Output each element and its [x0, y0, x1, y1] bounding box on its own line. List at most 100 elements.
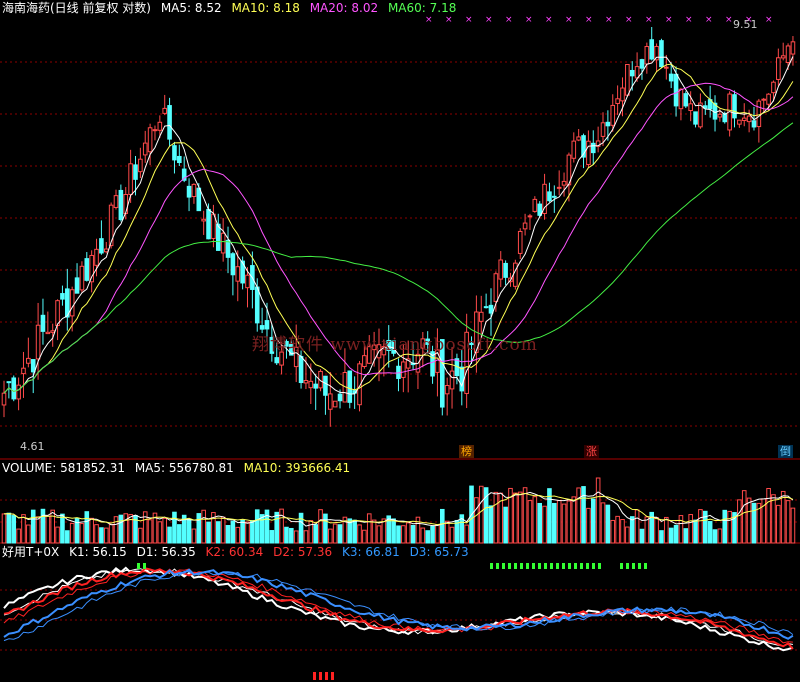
k3-label: K3: 66.81: [342, 545, 400, 559]
buy-signal-1-508: [508, 563, 511, 569]
candle-body-137: [668, 73, 674, 82]
candle-body-92: [449, 370, 455, 390]
candle-body-115: [561, 180, 567, 186]
candle-body-15: [74, 277, 80, 294]
volume-bar-35: [172, 511, 177, 544]
candle-body-120: [586, 140, 591, 165]
candle-body-7: [35, 324, 41, 360]
volume-bar-38: [186, 518, 192, 544]
candle-body-3: [16, 384, 21, 400]
volume-bar-109: [532, 496, 538, 544]
candle-body-108: [527, 215, 533, 218]
candle-body-33: [162, 107, 168, 114]
volume-bar-69: [337, 524, 343, 544]
top-marker-11: ×: [645, 15, 653, 25]
candle-body-141: [688, 103, 693, 112]
candle-body-21: [103, 248, 109, 253]
volume-bar-63: [308, 520, 314, 544]
top-marker-8: ×: [585, 15, 593, 25]
top-marker-10: ×: [625, 15, 633, 25]
top-marker-7: ×: [565, 15, 573, 25]
volume-bar-86: [420, 527, 426, 544]
candle-body-14: [69, 289, 75, 317]
volume-bar-129: [629, 516, 635, 544]
volume-bar-42: [206, 521, 211, 544]
d2-label: D2: 57.36: [273, 545, 333, 559]
volume-bar-139: [678, 515, 684, 544]
volume-bar-161: [785, 500, 791, 544]
buy-signal-1-562: [562, 563, 565, 569]
candle-body-98: [478, 311, 484, 322]
candle-body-47: [230, 253, 236, 276]
volume-bar-91: [444, 520, 450, 544]
buy-signal-1-568: [568, 563, 571, 569]
volume-bar-47: [230, 520, 236, 544]
stock-title: 海南海药(日线 前复权 对数): [2, 1, 151, 15]
volume-bar-136: [664, 516, 669, 544]
candle-body-46: [225, 239, 231, 258]
volume-bar-92: [449, 526, 455, 544]
volume-bar-23: [113, 516, 119, 544]
buy-signal-1-574: [574, 563, 577, 569]
volume-bar-68: [332, 523, 338, 544]
volume-bar-132: [644, 516, 650, 544]
volume-bar-142: [693, 519, 698, 544]
candle-body-24: [118, 189, 124, 221]
volume-bar-72: [352, 519, 357, 544]
indicator-name: 好用T+0X: [2, 545, 60, 559]
volume-bar-4: [21, 514, 26, 544]
candle-body-62: [303, 379, 309, 384]
volume-bar-8: [40, 508, 46, 544]
candle-body-71: [347, 370, 353, 403]
volume-bar-82: [401, 525, 406, 544]
candle-body-101: [493, 273, 499, 302]
buy-signal-2-644: [644, 563, 647, 569]
candle-body-39: [191, 183, 197, 197]
volume-bar-26: [128, 514, 133, 544]
candle-body-25: [123, 194, 129, 214]
volume-bar-145: [707, 521, 713, 544]
volume-bar-25: [123, 513, 129, 544]
top-marker-3: ×: [485, 15, 493, 25]
candle-body-100: [488, 304, 494, 314]
volume-bar-39: [191, 528, 197, 544]
buy-signal-0-143: [143, 563, 146, 569]
sell-signal-313: [313, 672, 316, 680]
volume-bar-34: [167, 526, 172, 544]
buy-signal-1-514: [514, 563, 517, 569]
candle-body-17: [84, 258, 90, 281]
candle-body-139: [678, 88, 684, 110]
candle-body-10: [50, 330, 56, 333]
candle-body-12: [60, 293, 65, 300]
candle-body-161: [785, 45, 791, 63]
volume-bar-62: [303, 530, 309, 544]
volume-bar-151: [737, 499, 742, 544]
volume-bar-125: [610, 519, 616, 544]
candle-body-162: [790, 41, 796, 55]
volume-bar-87: [425, 530, 430, 544]
volume-bar-89: [435, 524, 440, 544]
volume-bar-108: [527, 500, 533, 544]
candle-body-103: [503, 262, 508, 278]
ma5-label: MA5: 8.52: [160, 1, 222, 15]
buy-signal-1-532: [532, 563, 535, 569]
volume-bar-1: [6, 512, 12, 544]
candle-body-109: [532, 198, 538, 212]
candle-body-102: [498, 259, 504, 280]
candle-body-29: [142, 142, 148, 156]
candle-body-31: [152, 129, 158, 132]
candle-body-123: [600, 122, 606, 137]
candle-body-74: [362, 355, 367, 368]
volume-bar-30: [147, 519, 153, 544]
volume-bar-32: [157, 521, 163, 544]
candle-body-142: [693, 111, 698, 125]
volume-bar-113: [552, 502, 557, 544]
volume-bar-131: [639, 528, 645, 544]
d2-line: [3, 568, 793, 644]
buy-signal-1-538: [538, 563, 541, 569]
volume-bar-57: [279, 508, 284, 544]
volume-bar-11: [55, 526, 60, 544]
volume-bar-162: [790, 507, 796, 544]
volume-bar-36: [177, 524, 182, 544]
candle-body-5: [26, 357, 31, 364]
